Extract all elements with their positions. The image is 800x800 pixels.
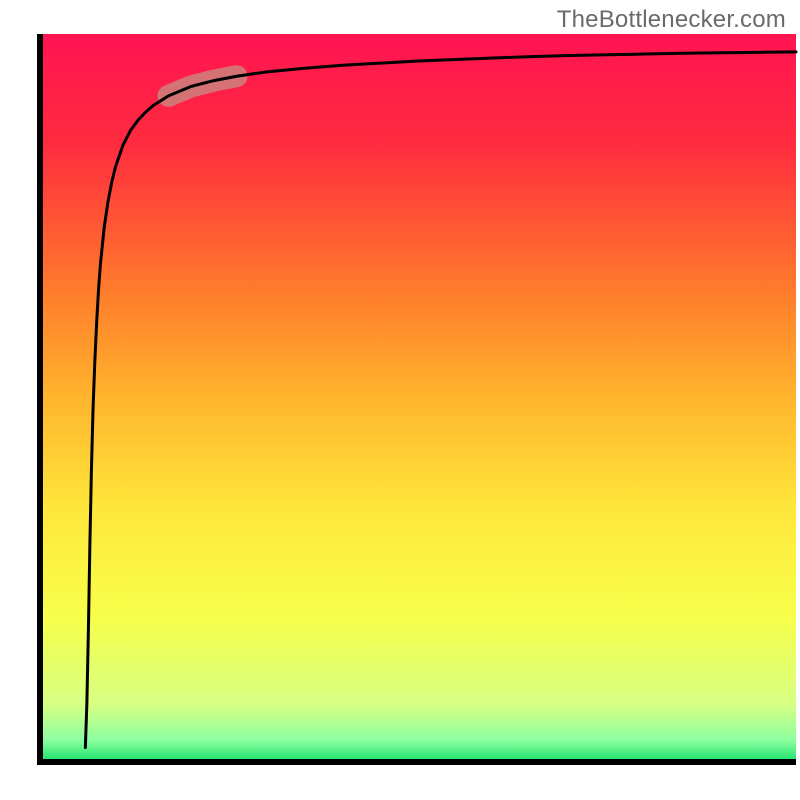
chart-container: TheBottlenecker.com [0, 0, 800, 800]
chart-background [40, 34, 796, 762]
watermark-text: TheBottlenecker.com [557, 6, 786, 34]
bottleneck-chart [0, 0, 800, 800]
